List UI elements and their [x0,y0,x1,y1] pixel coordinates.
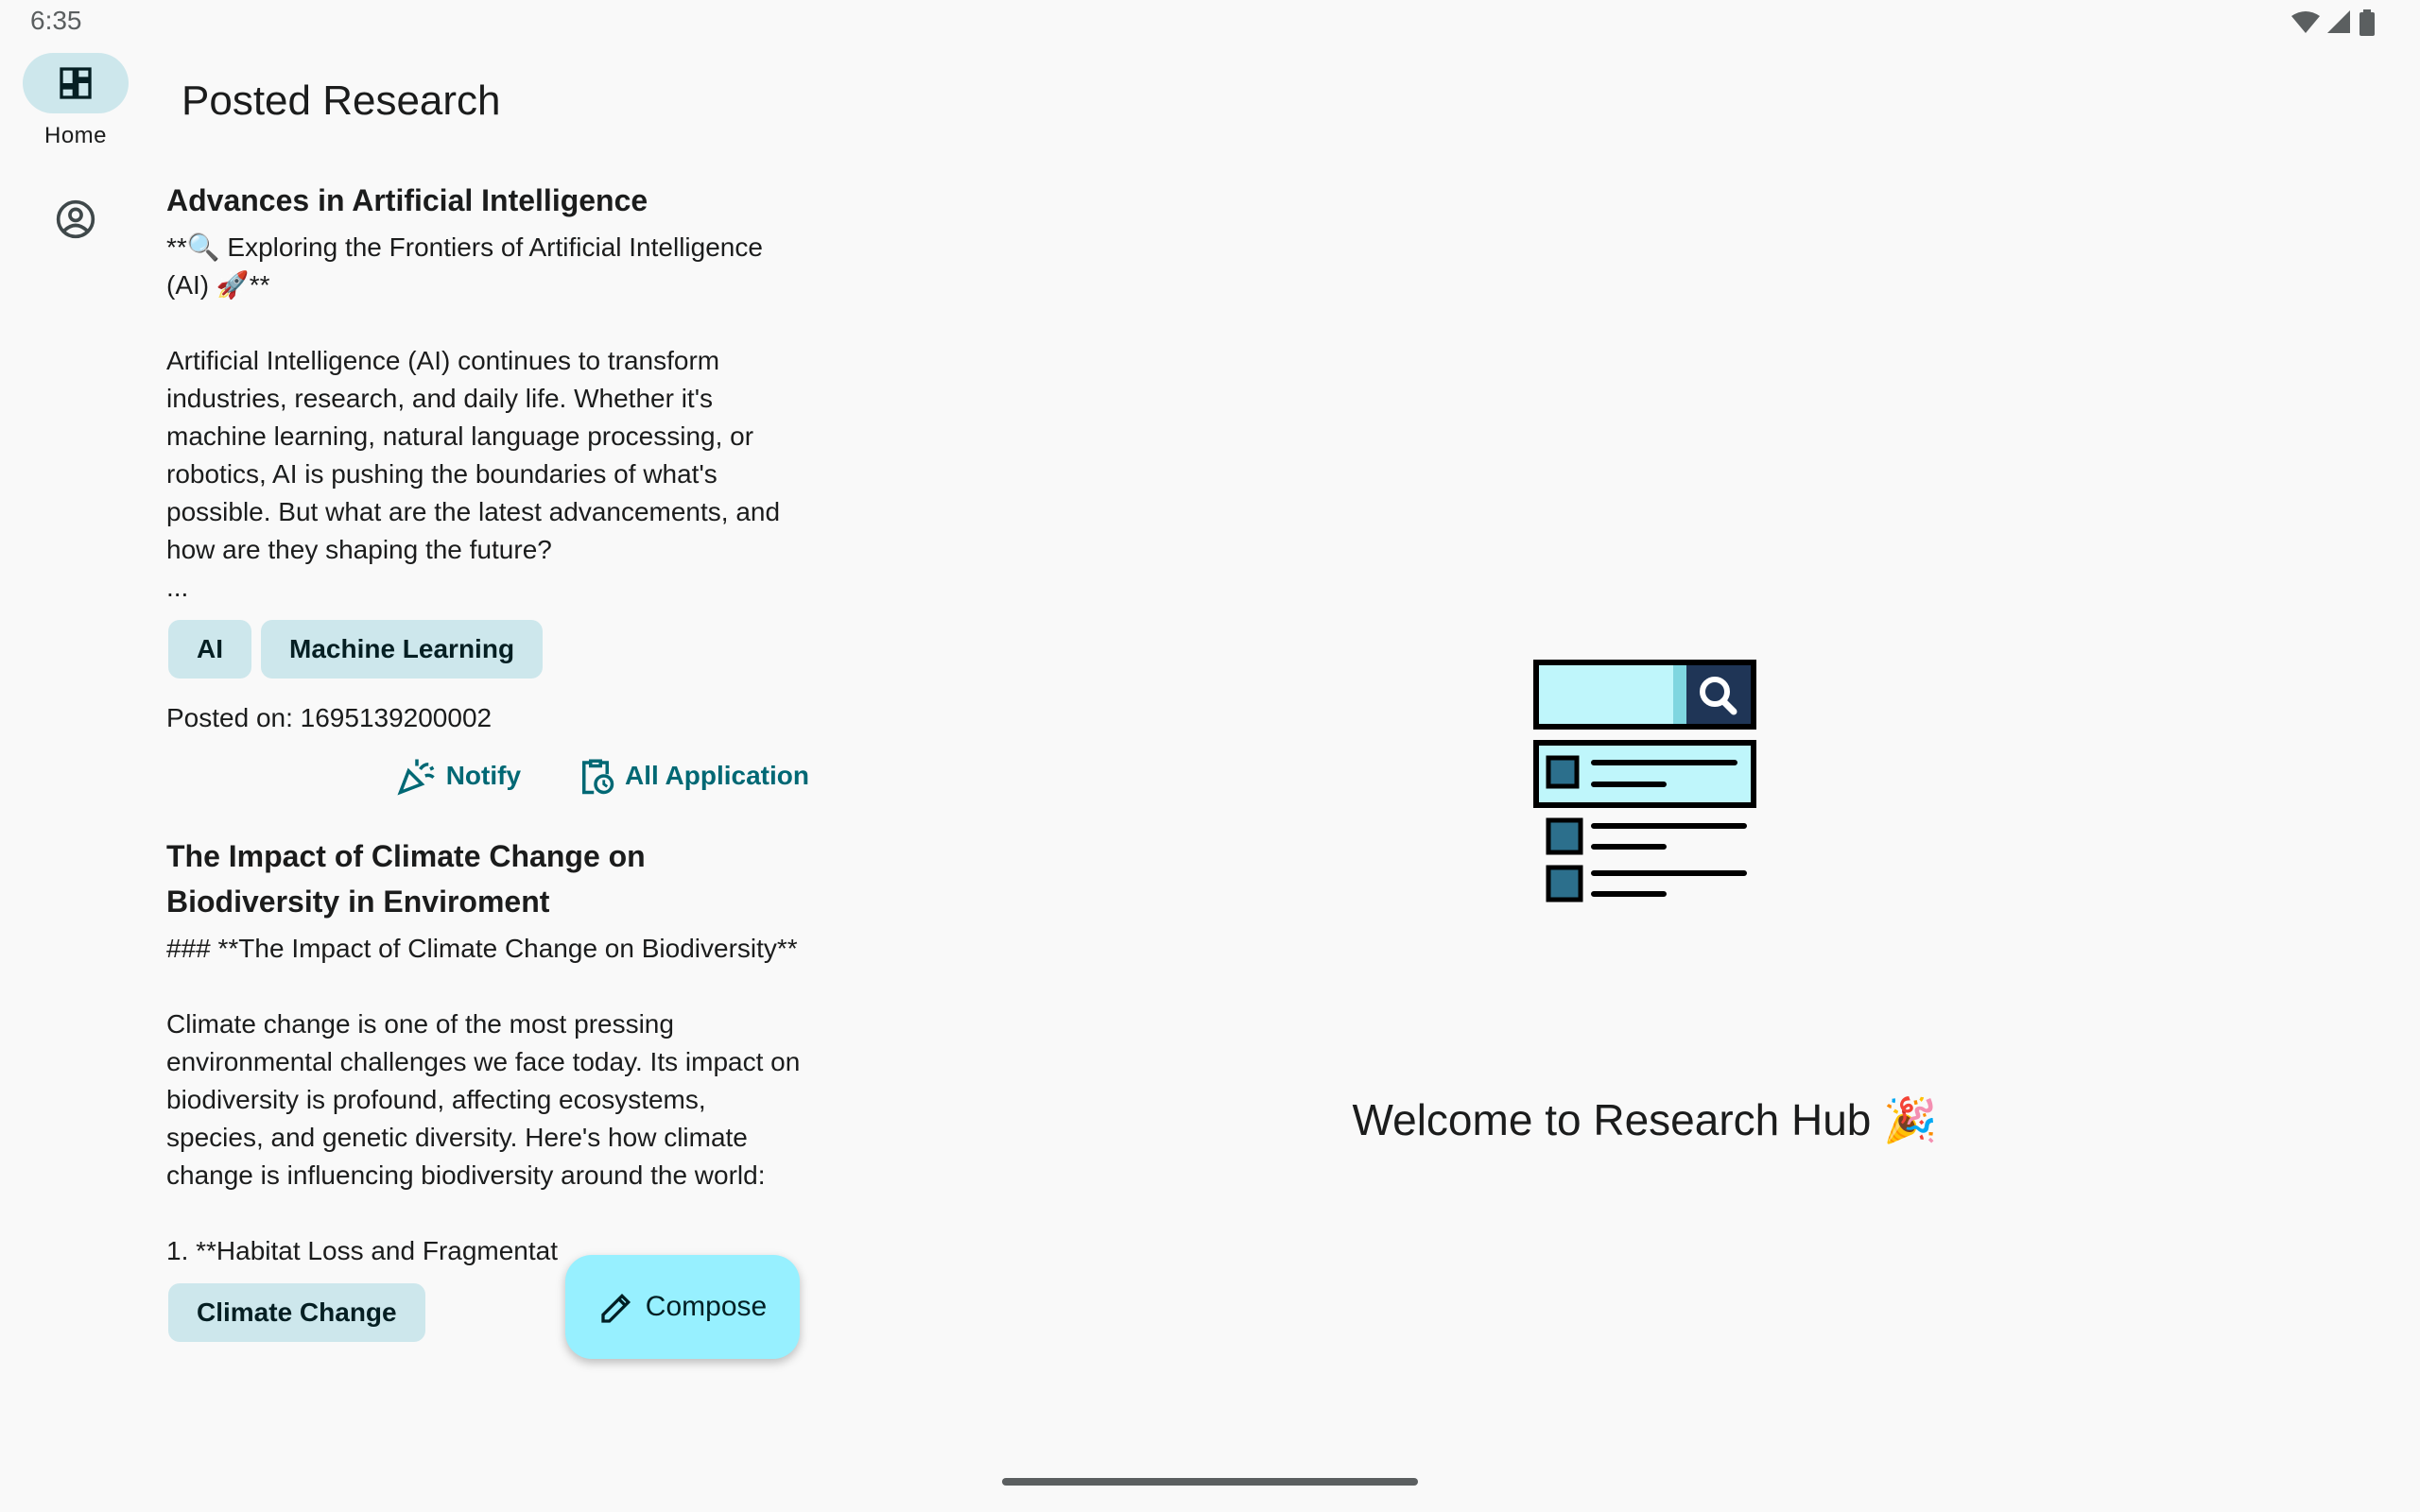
edit-pencil-icon [601,1293,631,1323]
tag-chip[interactable]: Machine Learning [261,620,544,679]
dashboard-icon [60,67,92,99]
nav-item-profile[interactable] [0,189,151,249]
notify-button[interactable]: Notify [397,756,521,796]
welcome-text: Welcome to Research Hub 🎉 [1352,1095,1938,1144]
research-list[interactable]: Advances in Artificial Intelligence **🔍 … [166,178,809,1444]
page-title: Posted Research [182,77,501,124]
navigation-rail: Home [0,43,151,1461]
status-icons [2291,9,2375,36]
nav-home-label: Home [43,123,108,148]
status-time: 6:35 [30,6,82,35]
home-indicator[interactable] [1002,1478,1418,1486]
post-actions: Notify All Application [166,756,809,796]
all-application-button[interactable]: All Application [576,756,809,796]
tag-chip[interactable]: Climate Change [168,1283,425,1342]
post-title: Advances in Artificial Intelligence [166,183,648,217]
research-search-illustration [1533,660,1756,902]
account-circle-icon [56,199,95,239]
nav-home-indicator[interactable] [23,53,129,113]
celebration-icon [397,759,435,796]
battery-icon [2360,9,2375,36]
pending-actions-icon [582,759,614,795]
tag-chips: AI Machine Learning [168,620,809,679]
tag-chip[interactable]: AI [168,620,251,679]
post-body: ### **The Impact of Climate Change on Bi… [166,934,801,1265]
all-application-label: All Application [625,761,809,790]
posted-on-text: Posted on: 1695139200002 [166,703,493,732]
post-title: The Impact of Climate Change on Biodiver… [166,839,646,919]
notify-label: Notify [445,761,522,790]
status-bar: 6:35 [0,0,2420,43]
compose-label: Compose [645,1291,768,1322]
compose-button[interactable]: Compose [565,1255,800,1359]
nav-item-home[interactable]: Home [0,53,151,149]
cellular-signal-icon [2327,10,2350,33]
research-post-card[interactable]: Advances in Artificial Intelligence **🔍 … [166,178,809,796]
post-body: **🔍 Exploring the Frontiers of Artificia… [166,232,781,602]
nav-profile-indicator[interactable] [23,189,129,249]
wifi-icon [2291,11,2320,33]
